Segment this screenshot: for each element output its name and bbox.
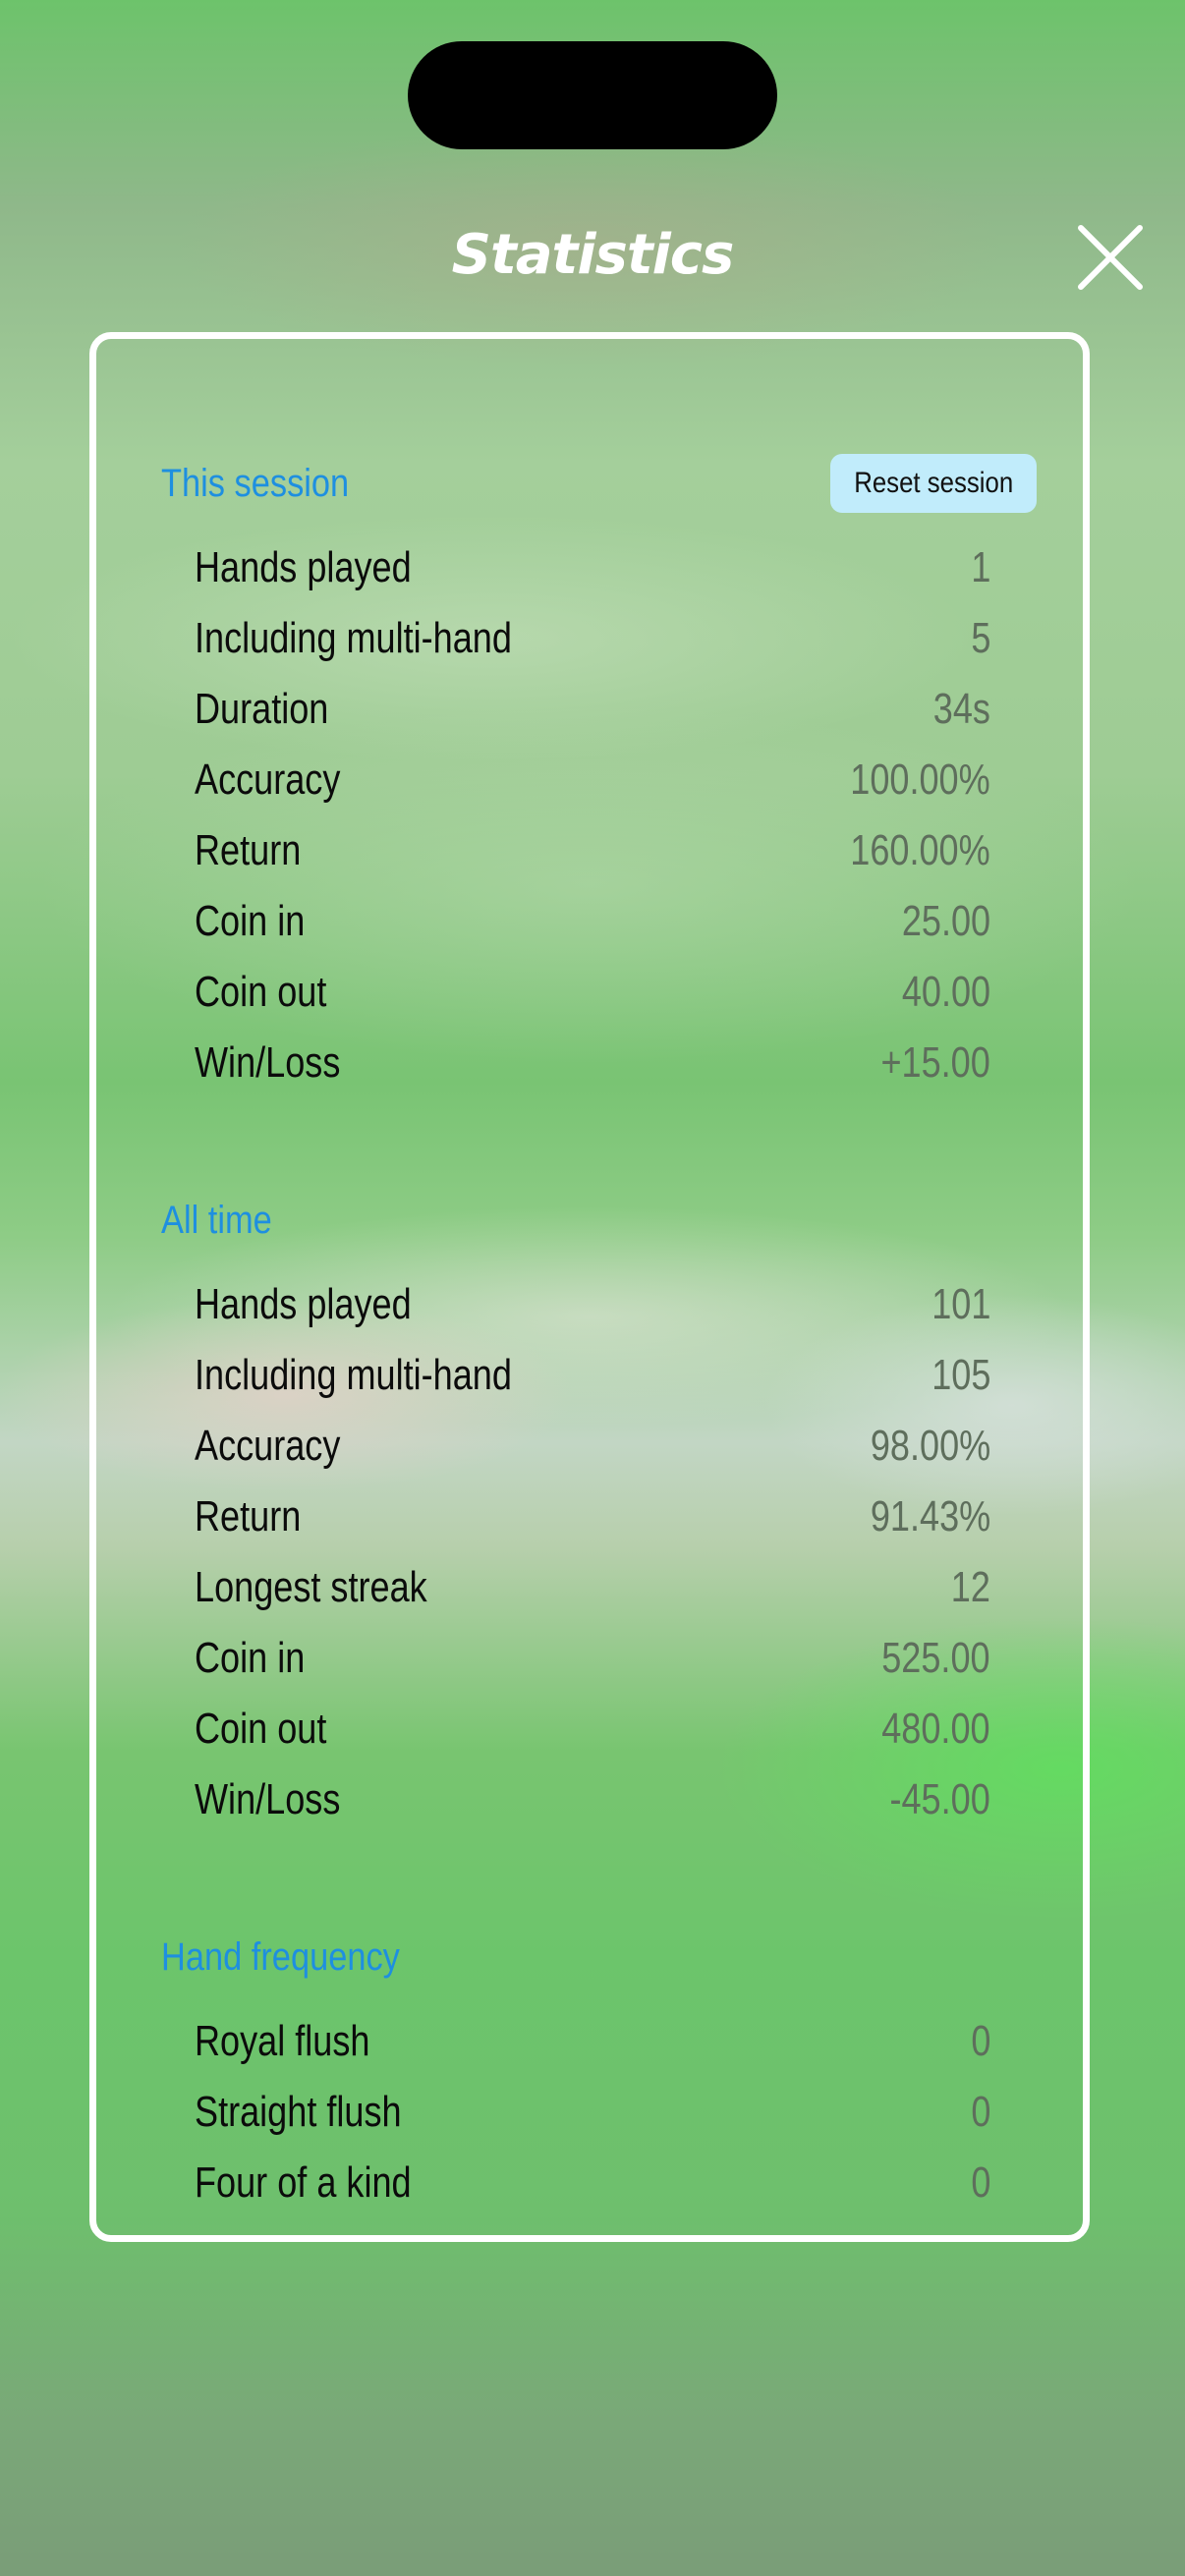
stat-label: Including multi-hand: [195, 1351, 512, 1399]
stat-label: Coin in: [195, 897, 306, 945]
stat-label: Royal flush: [195, 2017, 370, 2065]
stat-label: Accuracy: [195, 756, 341, 804]
stat-label: Coin out: [195, 968, 327, 1016]
stat-value: 25.00: [901, 897, 990, 945]
stat-row-session-accuracy: Accuracy 100.00%: [195, 745, 990, 815]
stat-value: 34s: [932, 685, 990, 733]
reset-session-label: Reset session: [853, 467, 1014, 499]
stat-value: 0: [970, 2158, 990, 2207]
stat-row-session-multi-hand: Including multi-hand 5: [195, 603, 990, 674]
stat-label: Return: [195, 1492, 302, 1540]
stat-value: +15.00: [880, 1038, 990, 1087]
stat-label: Longest streak: [195, 1563, 427, 1611]
stat-label: Accuracy: [195, 1422, 341, 1470]
stat-label: Coin out: [195, 1705, 327, 1753]
stat-value: 91.43%: [870, 1492, 990, 1540]
stat-label: Win/Loss: [195, 1038, 341, 1087]
stat-row-session-coin-in: Coin in 25.00: [195, 886, 990, 957]
section-title-all-time: All time: [161, 1199, 272, 1242]
stat-row-session-hands-played: Hands played 1: [195, 532, 990, 603]
stat-row-all-return: Return 91.43%: [195, 1482, 990, 1552]
device-notch: [408, 41, 777, 149]
stat-label: Four of a kind: [195, 2158, 412, 2207]
section-title-this-session: This session: [161, 462, 350, 505]
stat-row-royal-flush: Royal flush 0: [195, 2006, 990, 2077]
stat-row-session-coin-out: Coin out 40.00: [195, 957, 990, 1028]
stat-row-all-coin-out: Coin out 480.00: [195, 1694, 990, 1764]
stat-value: 160.00%: [850, 826, 990, 874]
stat-value: 0: [970, 2017, 990, 2065]
stat-value: 525.00: [881, 1634, 990, 1682]
stat-row-session-duration: Duration 34s: [195, 674, 990, 745]
stat-row-all-longest-streak: Longest streak 12: [195, 1552, 990, 1623]
page-title: Statistics: [451, 223, 735, 287]
stat-label: Coin in: [195, 1634, 306, 1682]
stat-row-all-win-loss: Win/Loss -45.00: [195, 1764, 990, 1835]
stat-value: 100.00%: [850, 756, 990, 804]
stat-value: 105: [931, 1351, 990, 1399]
stat-label: Return: [195, 826, 302, 874]
stat-row-all-coin-in: Coin in 525.00: [195, 1623, 990, 1694]
section-title-hand-frequency: Hand frequency: [161, 1935, 400, 1979]
stat-label: Hands played: [195, 1280, 412, 1328]
stat-value: -45.00: [889, 1775, 990, 1823]
close-icon: [1078, 225, 1143, 290]
stat-row-all-hands-played: Hands played 101: [195, 1269, 990, 1340]
stat-row-all-accuracy: Accuracy 98.00%: [195, 1411, 990, 1482]
stat-value: 12: [950, 1563, 990, 1611]
stat-value: 5: [970, 614, 990, 662]
stat-label: Hands played: [195, 543, 412, 591]
stat-value: 98.00%: [870, 1422, 990, 1470]
stat-value: 1: [970, 543, 990, 591]
stat-label: Duration: [195, 685, 329, 733]
stat-value: 0: [970, 2088, 990, 2136]
stat-label: Including multi-hand: [195, 614, 512, 662]
stat-row-straight-flush: Straight flush 0: [195, 2077, 990, 2148]
stat-value: 40.00: [901, 968, 990, 1016]
stat-row-all-multi-hand: Including multi-hand 105: [195, 1340, 990, 1411]
close-button[interactable]: [1075, 222, 1146, 293]
stat-label: Straight flush: [195, 2088, 402, 2136]
stat-row-session-return: Return 160.00%: [195, 815, 990, 886]
stat-value: 101: [931, 1280, 990, 1328]
stat-row-session-win-loss: Win/Loss +15.00: [195, 1028, 990, 1098]
stat-value: 480.00: [881, 1705, 990, 1753]
stat-row-four-of-a-kind: Four of a kind 0: [195, 2148, 990, 2218]
reset-session-button[interactable]: Reset session: [830, 454, 1037, 513]
stat-label: Win/Loss: [195, 1775, 341, 1823]
